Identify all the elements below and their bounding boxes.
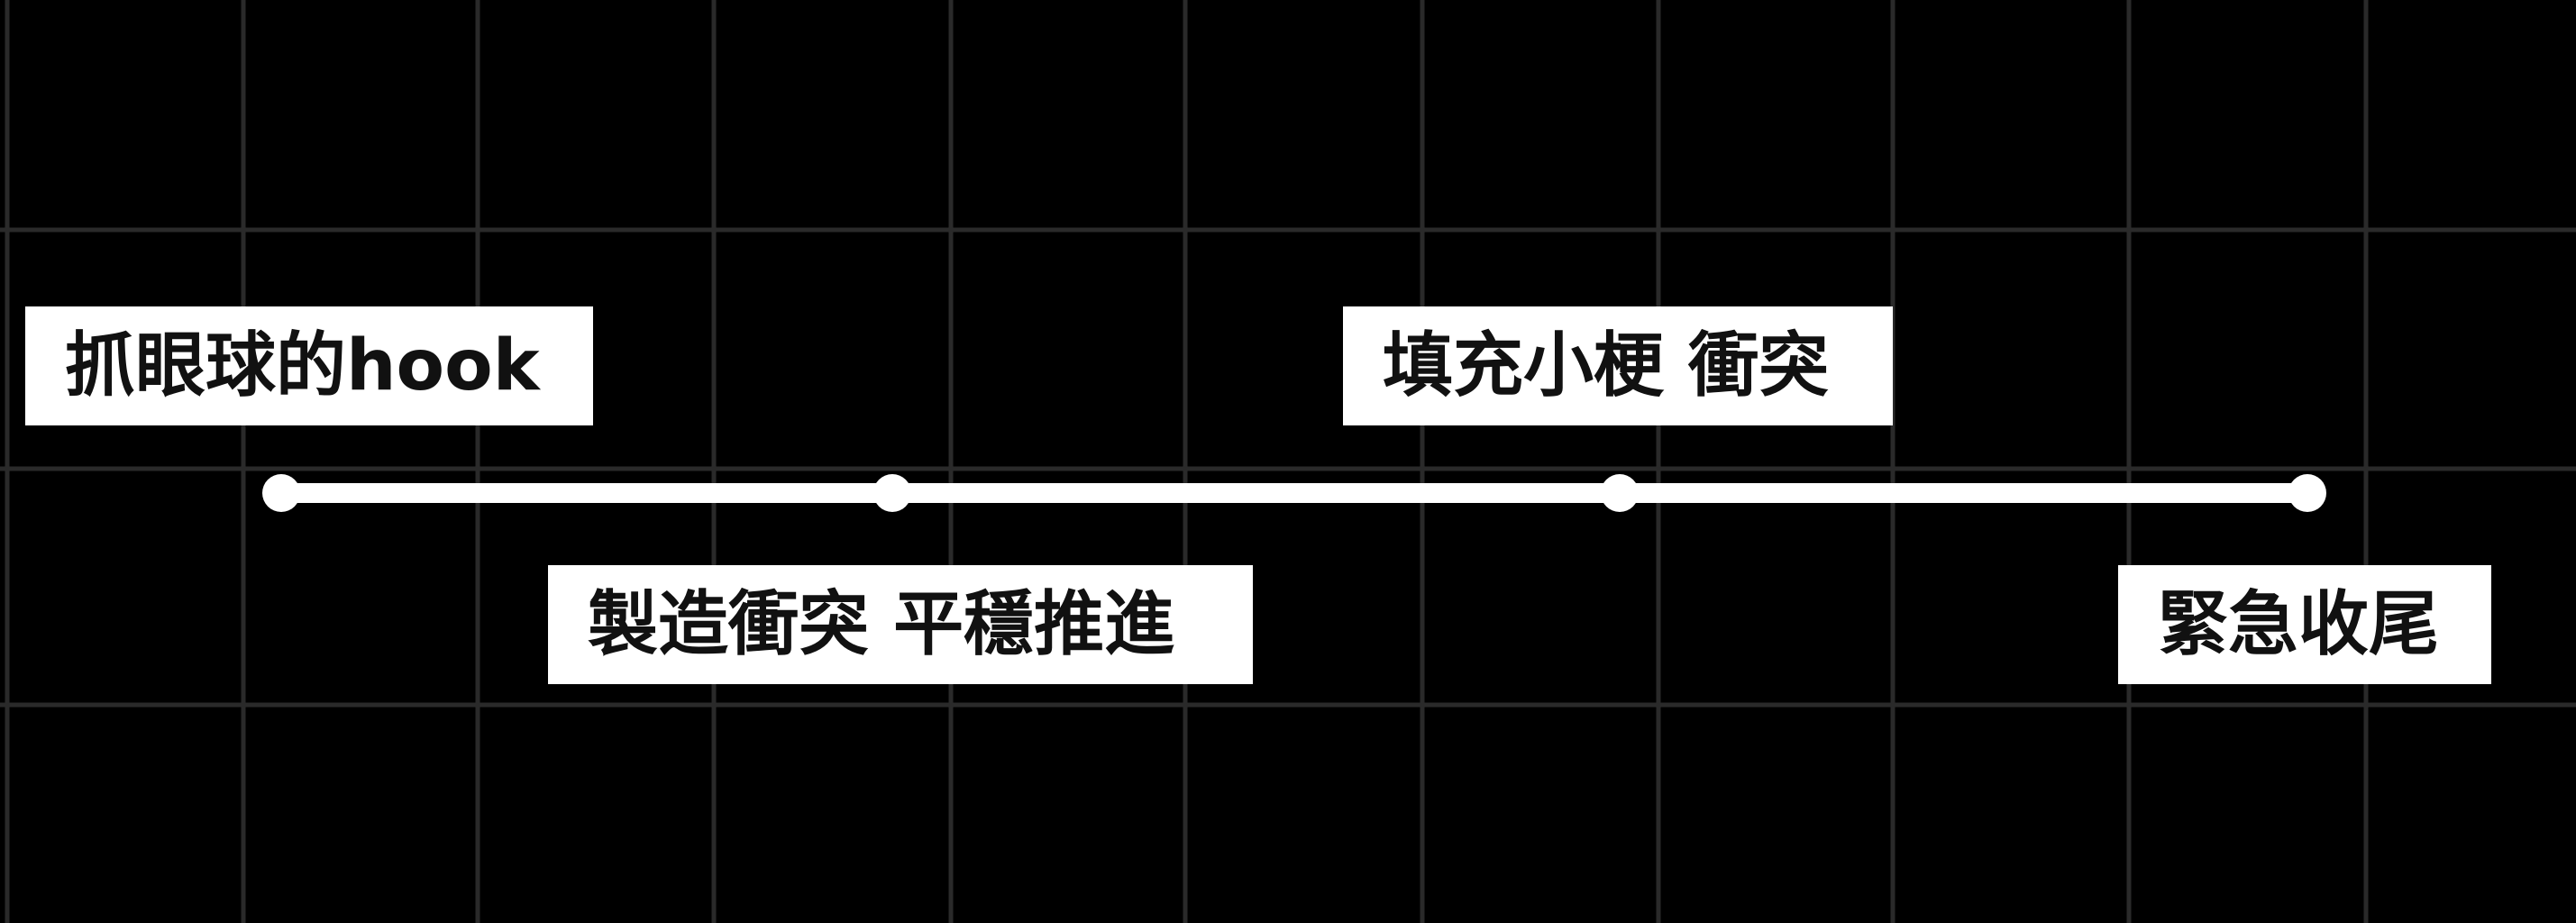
stage-label-ending: 緊急收尾 — [2118, 565, 2491, 684]
diagram-canvas: 抓眼球的hook 製造衝突 平穩推進 填充小梗 衝突 緊急收尾 — [0, 0, 2576, 923]
timeline-node-4 — [2288, 474, 2326, 512]
stage-label-hook: 抓眼球的hook — [25, 306, 593, 425]
timeline-node-3 — [1601, 474, 1639, 512]
timeline-node-2 — [873, 474, 911, 512]
stage-label-fill-jokes: 填充小梗 衝突 — [1343, 306, 1893, 425]
timeline-node-1 — [262, 474, 300, 512]
stage-label-conflict-progress: 製造衝突 平穩推進 — [548, 565, 1253, 684]
timeline — [262, 474, 2326, 512]
